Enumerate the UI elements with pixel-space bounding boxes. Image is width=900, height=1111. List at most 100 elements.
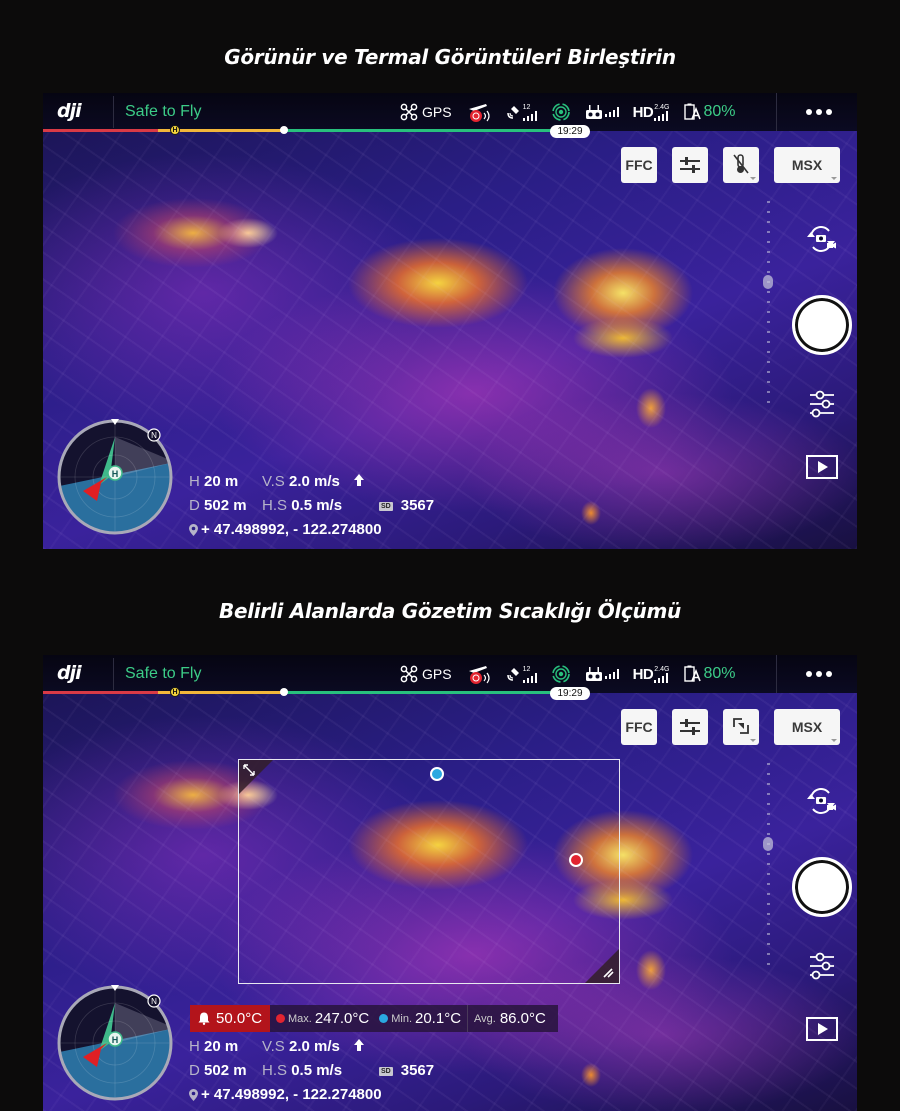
- dropdown-caret-icon: [831, 739, 837, 742]
- signal-bars-icon: [522, 672, 537, 683]
- image-adjust-button[interactable]: [672, 709, 708, 745]
- playback-icon: [806, 455, 838, 479]
- remote-signal[interactable]: [585, 104, 619, 120]
- gps-status[interactable]: GPS: [400, 103, 452, 121]
- palette-mode-button[interactable]: MSX: [774, 709, 840, 745]
- svg-text:N: N: [151, 431, 157, 440]
- playback-button[interactable]: [806, 455, 838, 479]
- zoom-scale[interactable]: [767, 201, 770, 411]
- drag-lines-icon: [603, 968, 614, 978]
- switch-camera-mode-button[interactable]: [803, 785, 839, 817]
- zoom-slider-handle[interactable]: [763, 275, 773, 289]
- measurement-area-box[interactable]: [238, 759, 620, 984]
- min-value: 20.1°C: [415, 1010, 462, 1027]
- status-icons: GPS 12 HD 2.4G 80%: [400, 664, 749, 684]
- thermometer-off-icon: [732, 153, 750, 178]
- zoom-slider-handle[interactable]: [763, 837, 773, 851]
- dji-logo: dji: [57, 662, 82, 684]
- zoom-scale[interactable]: [767, 763, 770, 973]
- max-value: 247.0°C: [314, 1010, 370, 1027]
- shutter-button[interactable]: [792, 857, 852, 917]
- vertical-speed-value: 2.0 m/s: [288, 1038, 340, 1055]
- playback-button[interactable]: [806, 1017, 838, 1041]
- vision-status[interactable]: [551, 102, 571, 122]
- current-position-marker: [280, 126, 288, 134]
- drone-icon: [400, 103, 418, 121]
- settings-sliders-icon: [810, 390, 834, 418]
- svg-text:H: H: [112, 469, 119, 479]
- battery-icon: [684, 103, 702, 120]
- ffc-button[interactable]: FFC: [621, 147, 657, 183]
- battery-icon: [684, 665, 702, 682]
- hd-signal[interactable]: HD 2.4G: [633, 104, 669, 121]
- sliders-icon: [680, 719, 700, 735]
- settings-sliders-icon: [810, 952, 834, 980]
- camera-settings-button[interactable]: [808, 389, 836, 419]
- gps-coordinates: + 47.498992, - 122.274800: [201, 1086, 382, 1103]
- status-bar: dji Safe to Fly GPS 12 HD 2.4G 80%: [43, 655, 857, 693]
- avg-value: 86.0°C: [499, 1010, 546, 1027]
- horizontal-speed-label: H.S: [262, 1062, 288, 1079]
- image-adjust-button[interactable]: [672, 147, 708, 183]
- flight-time: 19:29: [550, 125, 590, 138]
- satellite-status[interactable]: 12: [506, 104, 537, 121]
- status-bar: dji Safe to Fly GPS 12 HD 2.4G 80%: [43, 93, 857, 131]
- home-point-marker: H: [170, 125, 180, 135]
- switch-camera-mode-button[interactable]: [803, 223, 839, 255]
- height-label: H: [189, 1038, 200, 1055]
- more-button[interactable]: [799, 103, 839, 121]
- compass-radar[interactable]: N H: [55, 983, 175, 1103]
- sd-remaining-value: 3567: [400, 497, 435, 514]
- drone-icon: [400, 665, 418, 683]
- avg-label: Avg.: [474, 1012, 496, 1025]
- dropdown-caret-icon: [831, 177, 837, 180]
- more-dot: [826, 671, 832, 677]
- remote-signal[interactable]: [585, 666, 619, 682]
- min-temp-point: [430, 767, 444, 781]
- gps-status[interactable]: GPS: [400, 665, 452, 683]
- ffc-button[interactable]: FFC: [621, 709, 657, 745]
- obstacle-status[interactable]: [466, 101, 492, 123]
- dropdown-caret-icon: [750, 177, 756, 180]
- divider: [776, 93, 777, 131]
- battery-status[interactable]: 80%: [683, 665, 735, 683]
- horizontal-speed-value: 0.5 m/s: [291, 497, 343, 514]
- thermal-view-panel: dji Safe to Fly GPS 12 HD 2.4G 80% H 19:…: [43, 93, 857, 549]
- min-label: Min.: [391, 1012, 412, 1025]
- home-point-marker: H: [170, 687, 180, 697]
- signal-bars-icon: [604, 669, 619, 679]
- compass-radar[interactable]: N H: [55, 417, 175, 537]
- palette-mode-button[interactable]: MSX: [774, 147, 840, 183]
- route-segment-red: [43, 129, 158, 132]
- more-button[interactable]: [799, 665, 839, 683]
- camera-settings-button[interactable]: [808, 951, 836, 981]
- more-dot: [816, 671, 822, 677]
- flight-status[interactable]: Safe to Fly: [125, 103, 201, 121]
- third-tool-button[interactable]: [723, 147, 759, 183]
- hd-label: HD: [632, 665, 654, 683]
- satellite-status[interactable]: 12: [506, 666, 537, 683]
- vertical-speed-value: 2.0 m/s: [288, 473, 340, 490]
- flight-status[interactable]: Safe to Fly: [125, 665, 201, 683]
- distance-value: 502 m: [204, 497, 247, 514]
- third-tool-button[interactable]: [723, 709, 759, 745]
- hd-signal[interactable]: HD 2.4G: [632, 665, 669, 683]
- temperature-alarm[interactable]: 50.0°C: [190, 1005, 270, 1032]
- camera-switch-icon: [807, 226, 836, 252]
- max-temp-point: [569, 853, 583, 867]
- palette-label: MSX: [791, 719, 823, 735]
- satellite-count: 12: [522, 665, 531, 673]
- obstacle-avoidance-icon: [468, 104, 490, 122]
- alarm-threshold: 50.0°C: [216, 1010, 263, 1027]
- battery-status[interactable]: 80%: [683, 103, 735, 121]
- bell-icon: [198, 1012, 210, 1025]
- section-title-2: Belirli Alanlarda Gözetim Sıcaklığı Ölçü…: [219, 599, 681, 623]
- area-measurement-panel: dji Safe to Fly GPS 12 HD 2.4G 80% H 19:…: [43, 655, 857, 1111]
- satellite-count: 12: [522, 103, 531, 111]
- vision-status[interactable]: [551, 664, 571, 684]
- signal-bars-icon: [522, 110, 537, 121]
- obstacle-status[interactable]: [466, 663, 492, 685]
- vertical-speed-label: V.S: [262, 1038, 285, 1055]
- vision-positioning-icon: [551, 103, 570, 121]
- shutter-button[interactable]: [792, 295, 852, 355]
